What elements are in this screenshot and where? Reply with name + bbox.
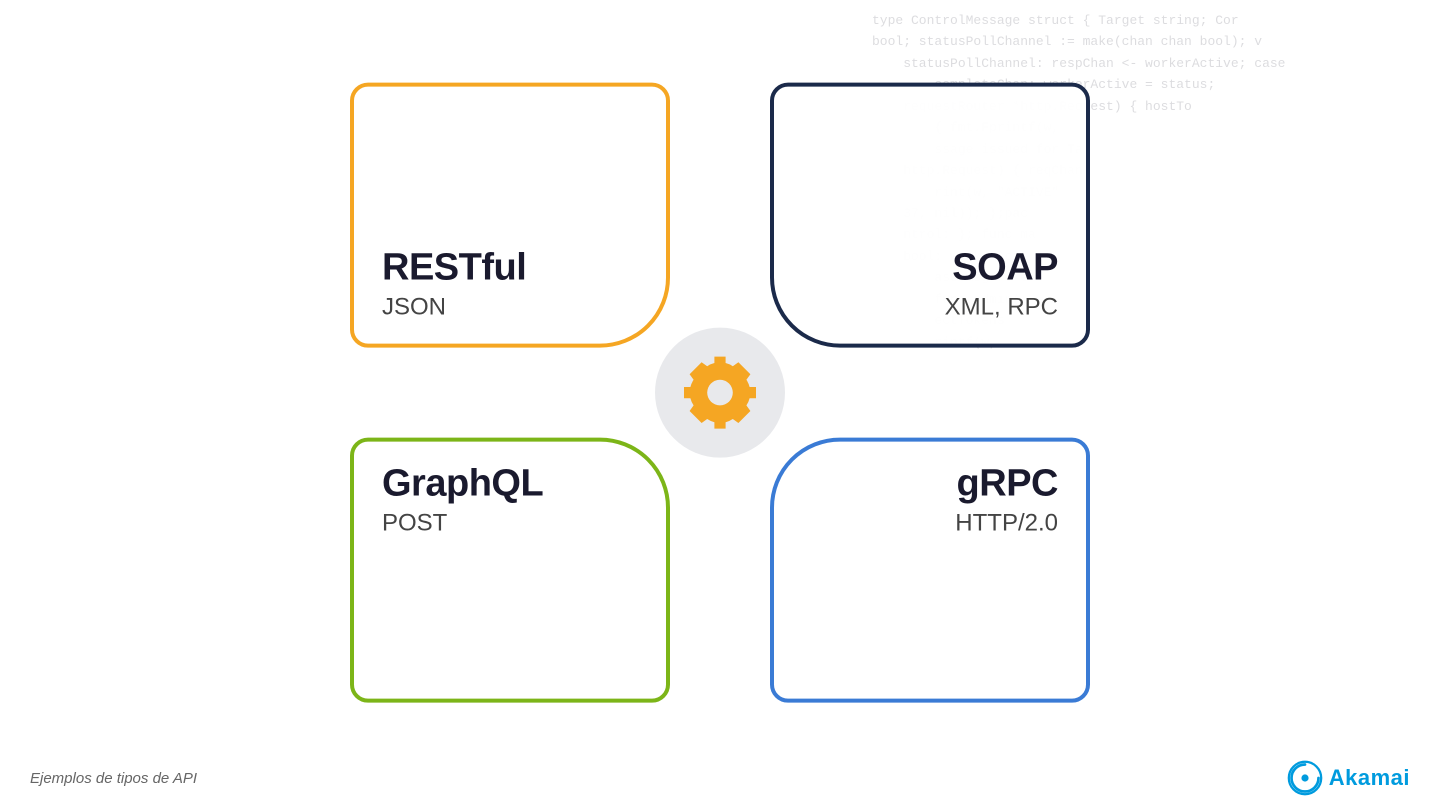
center-circle [655,328,785,458]
grpc-subtitle: HTTP/2.0 [955,509,1058,537]
gear-icon [680,353,760,433]
footer: Ejemplos de tipos de API [30,770,197,788]
akamai-logo-text: Akamai [1329,765,1410,791]
api-diagram: RESTful JSON SOAP XML, RPC GraphQL POST … [350,83,1090,703]
graphql-box: GraphQL POST [350,438,670,703]
soap-subtitle: XML, RPC [945,294,1058,322]
akamai-logo: Akamai [1287,760,1410,796]
soap-box: SOAP XML, RPC [770,83,1090,348]
soap-title: SOAP [952,248,1058,290]
graphql-subtitle: POST [382,509,638,537]
restful-subtitle: JSON [382,294,638,322]
akamai-logo-icon [1287,760,1323,796]
footer-label: Ejemplos de tipos de API [30,770,197,787]
graphql-title: GraphQL [382,464,638,506]
restful-title: RESTful [382,248,638,290]
quadrants-container: RESTful JSON SOAP XML, RPC GraphQL POST … [350,83,1090,703]
restful-box: RESTful JSON [350,83,670,348]
grpc-box: gRPC HTTP/2.0 [770,438,1090,703]
grpc-title: gRPC [957,464,1058,506]
